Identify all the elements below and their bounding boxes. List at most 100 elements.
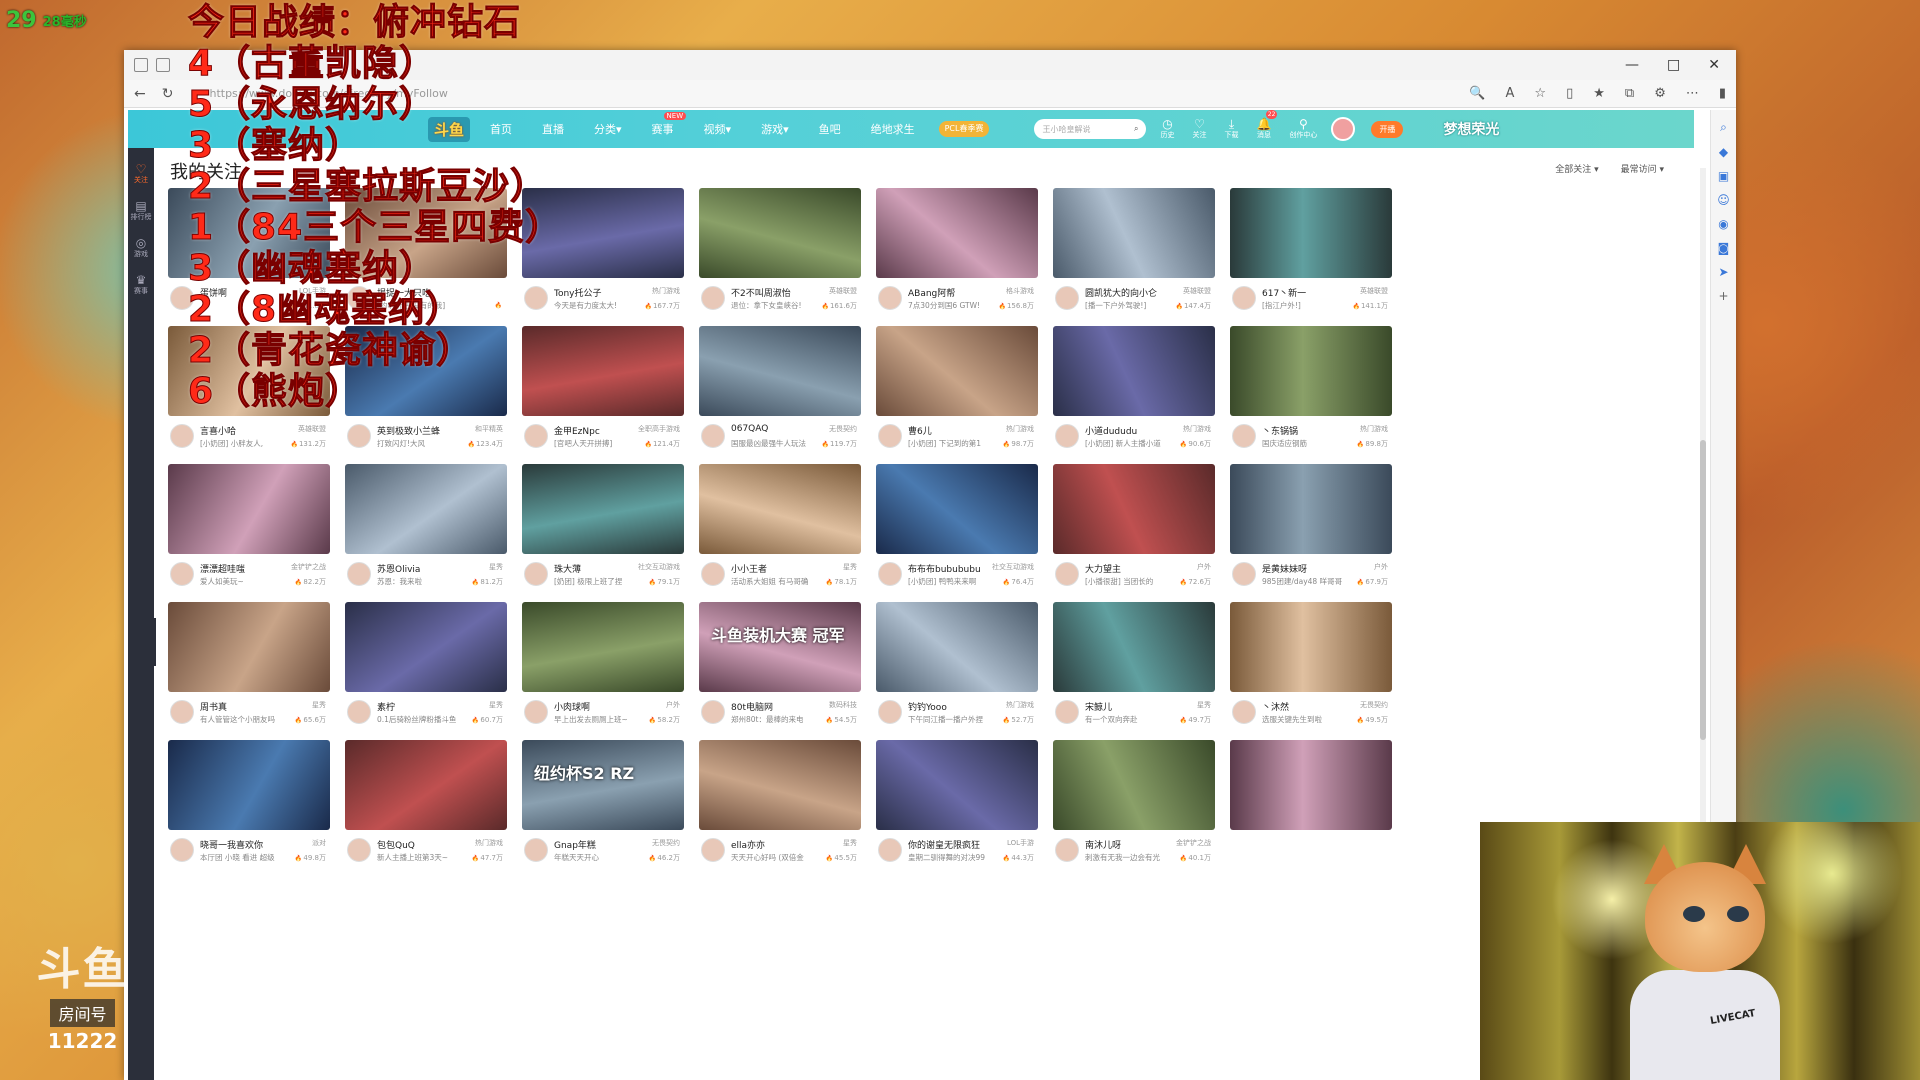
- minimize-button[interactable]: —: [1625, 57, 1639, 73]
- stream-card[interactable]: 小小王者活动系大姐姐 有马哥确 星秀 78.1万: [699, 464, 861, 596]
- site-logo[interactable]: 斗鱼: [428, 116, 471, 142]
- collections-icon[interactable]: ⧉: [1625, 86, 1634, 101]
- search-icon[interactable]: ⌕: [1134, 124, 1138, 134]
- stream-thumbnail[interactable]: [1053, 740, 1215, 830]
- stream-category[interactable]: 社交互动游戏: [992, 562, 1034, 572]
- stream-card[interactable]: 包包QuQ 新人主播上班第3天~ 热门游戏 47.7万: [345, 740, 507, 872]
- stream-card[interactable]: [1230, 740, 1392, 872]
- streamer-name[interactable]: ABang阿帮: [908, 286, 955, 299]
- streamer-avatar[interactable]: [1055, 424, 1079, 448]
- stream-card[interactable]: 丶东锅锅国庆适应钢筋 热门游戏 89.8万: [1230, 326, 1392, 458]
- streamer-name[interactable]: 蛋饼啊: [200, 286, 227, 299]
- stream-thumbnail[interactable]: [345, 602, 507, 692]
- streamer-name[interactable]: 丶沐然: [1262, 700, 1289, 713]
- send-icon[interactable]: ➤: [1711, 265, 1736, 279]
- streamer-name[interactable]: 包包QuQ: [377, 838, 415, 851]
- streamer-avatar[interactable]: [524, 838, 548, 862]
- stream-card[interactable]: 漂漂超哇嗤爱人如美玩~ 金铲铲之战 82.2万: [168, 464, 330, 596]
- stream-card[interactable]: 大力望主 [小播很甜] 当团长的 户外 72.6万: [1053, 464, 1215, 596]
- stream-category[interactable]: 无畏契约: [652, 838, 680, 848]
- download-button[interactable]: ⤓ 下载: [1224, 118, 1238, 140]
- stream-thumbnail[interactable]: [699, 188, 861, 278]
- nav-item-events[interactable]: NEW 赛事: [652, 112, 687, 137]
- stream-category[interactable]: 热门游戏: [475, 838, 503, 848]
- zoom-icon[interactable]: 🔍: [1469, 86, 1485, 101]
- stream-category[interactable]: 户外: [666, 700, 680, 710]
- stream-category[interactable]: 金铲铲之战: [291, 562, 326, 572]
- streamer-name[interactable]: 小肉球啊: [554, 700, 590, 713]
- refresh-icon[interactable]: ↻: [162, 86, 174, 102]
- back-icon[interactable]: ←: [134, 86, 146, 102]
- streamer-avatar[interactable]: [347, 700, 371, 724]
- streamer-avatar[interactable]: [1232, 424, 1256, 448]
- profile-icon[interactable]: [134, 58, 148, 72]
- stream-card[interactable]: 你的谢皇无限疯狂皇期二驯得舞的对决99 LOL手游 44.3万: [876, 740, 1038, 872]
- stream-thumbnail[interactable]: [522, 326, 684, 416]
- streamer-name[interactable]: 067QAQ: [731, 424, 768, 434]
- streamer-name[interactable]: 你的谢皇无限疯狂: [908, 838, 980, 851]
- split-view-icon[interactable]: ▯: [1566, 86, 1573, 101]
- stream-card[interactable]: 金甲EzNpc [官吧人天开拼搏] 全职高手游戏 121.4万: [522, 326, 684, 458]
- streamer-avatar[interactable]: [524, 424, 548, 448]
- streamer-avatar[interactable]: [878, 286, 902, 310]
- sidebar-item-events[interactable]: ♛ 赛事: [128, 273, 154, 296]
- stream-thumbnail[interactable]: [1053, 188, 1215, 278]
- stream-card[interactable]: Tony托公子今天是有力度太大! 热门游戏 167.7万: [522, 188, 684, 320]
- globe-icon[interactable]: ◉: [1711, 217, 1736, 231]
- nav-item-home[interactable]: 首页: [490, 121, 512, 137]
- stream-thumbnail[interactable]: [1230, 464, 1392, 554]
- stream-thumbnail[interactable]: [522, 188, 684, 278]
- streamer-avatar[interactable]: [1232, 700, 1256, 724]
- streamer-name[interactable]: 金甲EzNpc: [554, 424, 600, 437]
- streamer-name[interactable]: 揭捉一大只吃: [377, 286, 431, 299]
- outlook-icon[interactable]: ◙: [1711, 241, 1736, 255]
- streamer-avatar[interactable]: [524, 562, 548, 586]
- stream-category[interactable]: 无畏契约: [1360, 700, 1388, 710]
- streamer-name[interactable]: 曹6儿: [908, 424, 932, 437]
- streamer-name[interactable]: 80t电脑网: [731, 700, 773, 713]
- stream-card[interactable]: ella亦亦天天开心好吗 (双倍金 星秀 45.5万: [699, 740, 861, 872]
- stream-thumbnail[interactable]: [1230, 326, 1392, 416]
- stream-category[interactable]: 和平精英: [475, 424, 503, 434]
- streamer-avatar[interactable]: [170, 424, 194, 448]
- nav-item-yuba[interactable]: 鱼吧: [819, 121, 841, 137]
- streamer-name[interactable]: 圆凯犹大的向小仑: [1085, 286, 1157, 299]
- streamer-avatar[interactable]: [701, 562, 725, 586]
- stream-card[interactable]: 圆凯犹大的向小仑 [播一下户外驾驶!] 英雄联盟 147.4万: [1053, 188, 1215, 320]
- streamer-name[interactable]: 钓钓Yooo: [908, 700, 947, 713]
- streamer-avatar[interactable]: [170, 700, 194, 724]
- stream-card[interactable]: 小道dududu [小奶团] 新人主播小道 热门游戏 90.6万: [1053, 326, 1215, 458]
- promo-banner[interactable]: PCL春季赛: [938, 121, 990, 137]
- streamer-avatar[interactable]: [170, 562, 194, 586]
- stream-thumbnail[interactable]: [1230, 602, 1392, 692]
- stream-category[interactable]: 星秀: [312, 700, 326, 710]
- stream-card[interactable]: 周书真有人管管这个小朋友吗 星秀 65.6万: [168, 602, 330, 734]
- stream-category[interactable]: 热门游戏: [1360, 424, 1388, 434]
- streamer-name[interactable]: 珠大薄: [554, 562, 581, 575]
- stream-thumbnail[interactable]: [1053, 464, 1215, 554]
- stream-thumbnail[interactable]: [345, 326, 507, 416]
- streamer-name[interactable]: 小小王者: [731, 562, 767, 575]
- streamer-name[interactable]: 是黄妹妹呀: [1262, 562, 1307, 575]
- nav-item-live[interactable]: 直播: [542, 121, 564, 137]
- stream-card[interactable]: 言喜小哈 [小奶团] 小胖友人, 英雄联盟 131.2万: [168, 326, 330, 458]
- streamer-avatar[interactable]: [701, 700, 725, 724]
- stream-card[interactable]: 珠大薄 [奶团] 极限上班了捏 社交互动游戏 79.1万: [522, 464, 684, 596]
- streamer-avatar[interactable]: [878, 700, 902, 724]
- streamer-avatar[interactable]: [170, 286, 194, 310]
- nav-item-games[interactable]: 游戏▾: [761, 121, 789, 137]
- stream-card[interactable]: 南沐儿呀刺激有无我一边会有光 金铲铲之战 40.1万: [1053, 740, 1215, 872]
- sidebar-item-games[interactable]: ◎ 游戏: [128, 236, 154, 259]
- streamer-avatar[interactable]: [701, 286, 725, 310]
- stream-thumbnail[interactable]: [345, 188, 507, 278]
- stream-card[interactable]: 素柠 0.1后骑粉丝牌粉播斗鱼 星秀 60.7万: [345, 602, 507, 734]
- streamer-avatar[interactable]: [1055, 286, 1079, 310]
- stream-category[interactable]: 金铲铲之战: [1176, 838, 1211, 848]
- stream-thumbnail[interactable]: [168, 188, 330, 278]
- streamer-name[interactable]: 宋鲸儿: [1085, 700, 1112, 713]
- stream-card[interactable]: 宋鲸儿有一个双向奔赴 星秀 49.7万: [1053, 602, 1215, 734]
- streamer-avatar[interactable]: [878, 424, 902, 448]
- stream-card[interactable]: 是黄妹妹呀 985团建/day48 咩哥哥 户外 67.9万: [1230, 464, 1392, 596]
- streamer-name[interactable]: 晓哥一我喜欢你: [200, 838, 263, 851]
- stream-card[interactable]: 揭捉一大只吃 [的听听吧,没有的我]: [345, 188, 507, 320]
